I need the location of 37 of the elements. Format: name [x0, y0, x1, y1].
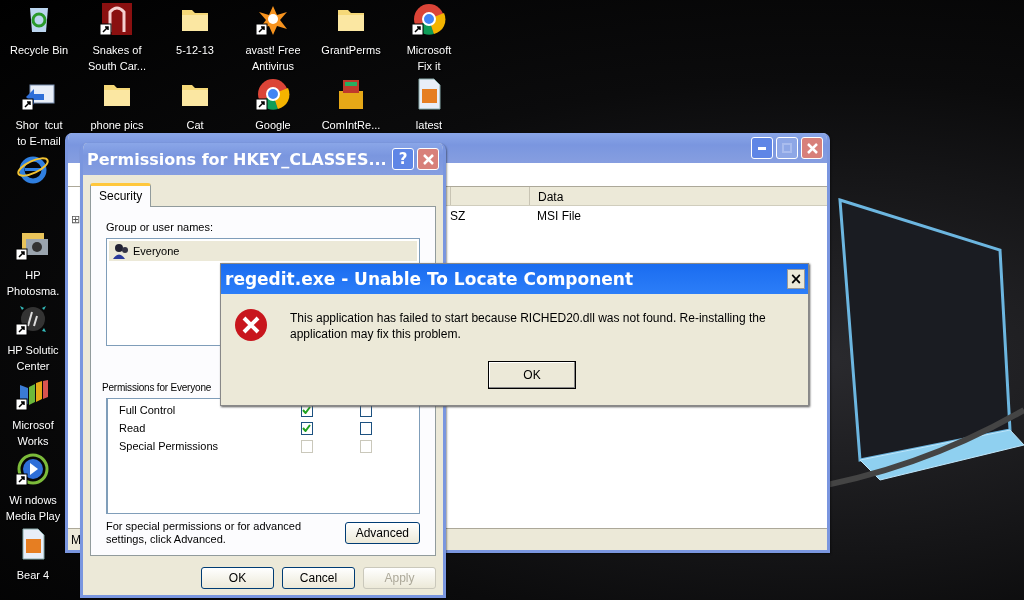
permission-name: Read — [119, 422, 147, 434]
user-item[interactable]: Everyone — [109, 241, 417, 261]
desktop-icon-label[interactable]: avast! Free Antivirus — [245, 42, 301, 74]
permission-name: Full Control — [119, 404, 177, 416]
window-title: Permissions for HKEY_CLASSES... — [87, 149, 388, 169]
desktop-icon-label[interactable]: latest — [415, 117, 443, 133]
close-button[interactable]: × — [787, 269, 805, 289]
desktop-icon-label[interactable]: ComIntRe... — [321, 117, 381, 133]
permissions-label: Permissions for Everyone — [102, 382, 213, 393]
desktop-icon-label[interactable]: Microsoft Fix it — [406, 42, 452, 74]
desktop-icon-label[interactable]: Microsof Works — [12, 417, 54, 449]
permission-name: Special Permissions — [119, 440, 220, 452]
desktop-icon-label[interactable]: Wi ndows Media Play — [5, 492, 61, 524]
advanced-button[interactable]: Advanced — [344, 522, 420, 544]
error-message: This application has failed to start because RICHED20.dll was not found. Re-installing the application may fix this problem. — [290, 310, 767, 343]
group-label: Group or user names: — [106, 221, 214, 233]
list-cell-text: SZ — [450, 208, 467, 223]
dialog-button[interactable]: OK — [201, 567, 274, 589]
column-header[interactable]: Data — [529, 187, 827, 205]
desktop-icon-label[interactable]: Snakes of South Car... — [87, 42, 147, 74]
desktop-icon-label[interactable]: 5-12-13 — [176, 42, 214, 58]
window-title: regedit.exe - Unable To Locate Component — [225, 269, 635, 289]
desktop-icon-label[interactable]: GrantPerms — [321, 42, 381, 58]
desktop-icon-label[interactable]: Cat — [186, 117, 204, 133]
desktop-icon-label[interactable]: Recycle Bin — [9, 42, 69, 58]
desktop-icon-label[interactable]: phone pics — [90, 117, 144, 133]
dialog-button[interactable]: Cancel — [282, 567, 355, 589]
list-cell-text: MSI File — [536, 208, 582, 223]
ok-button[interactable]: OK — [488, 361, 576, 389]
desktop-icon-label[interactable]: HP Photosma. — [6, 267, 60, 299]
status-text: M — [71, 532, 81, 547]
desktop-icon-label[interactable]: Bear 4 — [16, 567, 50, 583]
tab[interactable]: Security — [90, 183, 152, 207]
advanced-note: For special permissions or for advanced settings, click Advanced. — [106, 520, 303, 546]
desktop-icon-label[interactable]: Google — [255, 117, 291, 133]
desktop-icon-label[interactable]: HP Solutic Center — [7, 342, 59, 374]
desktop-icon-label[interactable]: Shor tcut to E-mail — [15, 117, 63, 149]
